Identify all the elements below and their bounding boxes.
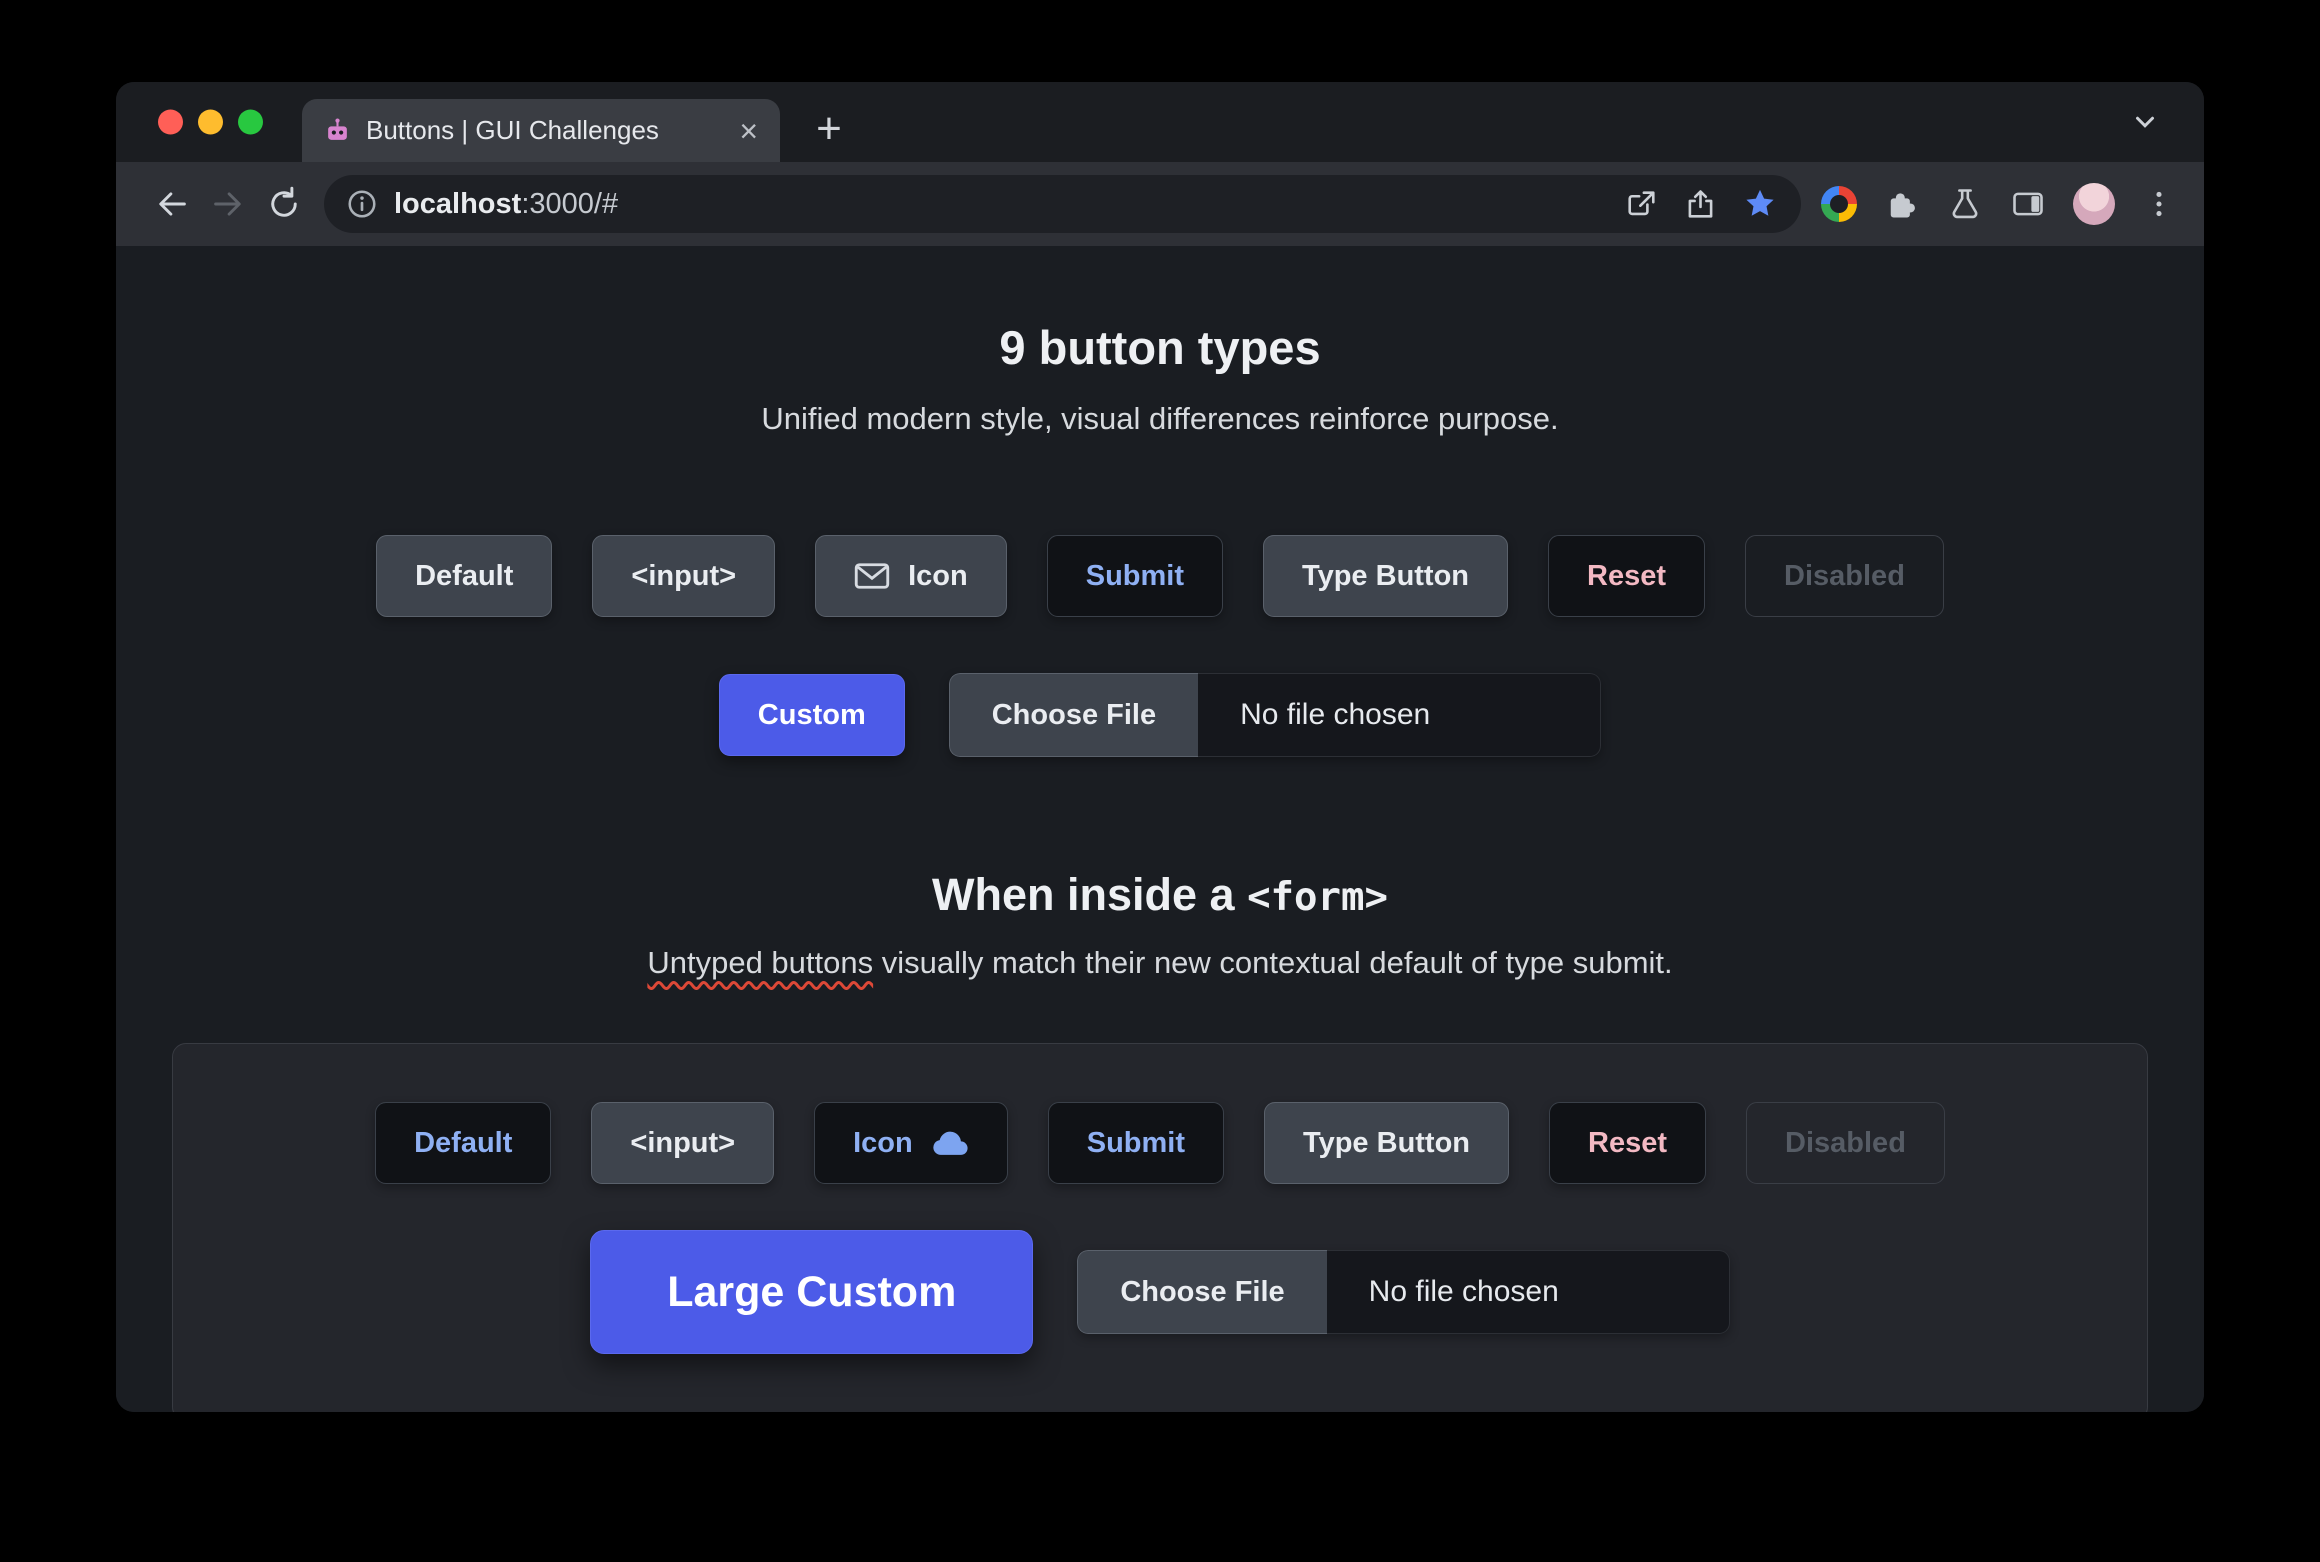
color-wheel-extension-icon[interactable]: [1821, 186, 1857, 222]
button-row-main: Default <input> Icon Submit Type Button …: [116, 535, 2204, 617]
form-button-submit[interactable]: Submit: [1047, 1102, 1225, 1184]
button-type-button[interactable]: Type Button: [1263, 535, 1509, 617]
button-reset[interactable]: Reset: [1548, 535, 1706, 617]
window-zoom-button[interactable]: [238, 109, 263, 135]
page-title: 9 button types: [999, 321, 1321, 374]
form-button-row-main: Default <input> Icon Submit Type Button …: [173, 1102, 2147, 1184]
tab-strip: Buttons | GUI Challenges × +: [116, 82, 2204, 162]
page-subtitle: Unified modern style, visual differences…: [761, 401, 1559, 436]
choose-file-button[interactable]: Choose File: [948, 673, 1199, 757]
extensions-area: [1821, 183, 2176, 225]
forward-icon[interactable]: [200, 176, 256, 232]
form-section-title: When inside a <form>: [932, 869, 1388, 920]
url-host: localhost: [394, 187, 522, 220]
custom-button[interactable]: Custom: [718, 674, 905, 756]
side-panel-icon[interactable]: [2010, 186, 2046, 222]
tab-title: Buttons | GUI Challenges: [366, 115, 659, 145]
url-text: localhost:3000/#: [394, 188, 618, 221]
omnibox-actions: [1625, 187, 1785, 221]
window-minimize-button[interactable]: [198, 109, 223, 135]
button-submit[interactable]: Submit: [1046, 535, 1224, 617]
back-icon[interactable]: [144, 176, 200, 232]
bookmark-star-icon[interactable]: [1743, 187, 1777, 221]
tab-buttons-gui-challenges[interactable]: Buttons | GUI Challenges ×: [302, 99, 780, 162]
form-button-icon[interactable]: Icon: [814, 1102, 1008, 1184]
button-row-custom: Custom Choose File No file chosen: [116, 673, 2204, 757]
form-button-input[interactable]: <input>: [591, 1102, 775, 1184]
url-path: :3000/#: [521, 187, 619, 220]
file-input: Choose File No file chosen: [948, 673, 1602, 757]
envelope-icon: [854, 562, 890, 590]
address-bar[interactable]: localhost:3000/#: [324, 175, 1801, 233]
form-button-row-custom: Large Custom Choose File No file chosen: [173, 1230, 2147, 1354]
form-choose-file-button[interactable]: Choose File: [1077, 1250, 1327, 1334]
squiggle-text: Untyped buttons: [647, 945, 874, 980]
new-tab-button[interactable]: +: [806, 104, 852, 153]
tab-search-chevron-icon[interactable]: [2130, 107, 2160, 137]
profile-avatar[interactable]: [2073, 183, 2115, 225]
form-file-input: Choose File No file chosen: [1077, 1250, 1730, 1334]
form-button-disabled: Disabled: [1746, 1102, 1945, 1184]
form-button-type-button[interactable]: Type Button: [1264, 1102, 1510, 1184]
labs-flask-icon[interactable]: [1947, 186, 1983, 222]
file-status-text: No file chosen: [1198, 673, 1602, 757]
window-close-button[interactable]: [158, 109, 183, 135]
browser-window: Buttons | GUI Challenges × + localhost:3…: [116, 82, 2204, 1412]
share-icon[interactable]: [1684, 188, 1717, 221]
tab-close-icon[interactable]: ×: [739, 115, 758, 147]
form-demo-card: Default <input> Icon Submit Type Button …: [172, 1043, 2148, 1412]
form-code-token: <form>: [1247, 875, 1388, 920]
tab-favicon-icon: [324, 117, 351, 144]
form-button-reset[interactable]: Reset: [1549, 1102, 1707, 1184]
form-section-subtitle: Untyped buttons visually match their new…: [647, 945, 1673, 980]
open-in-new-icon[interactable]: [1625, 188, 1658, 221]
site-info-icon[interactable]: [346, 188, 378, 220]
menu-kebab-icon[interactable]: [2142, 187, 2176, 221]
extensions-puzzle-icon[interactable]: [1884, 186, 1920, 222]
form-file-status-text: No file chosen: [1326, 1250, 1730, 1334]
button-input[interactable]: <input>: [592, 535, 776, 617]
window-controls: [158, 109, 263, 135]
page-content: 9 button types Unified modern style, vis…: [116, 246, 2204, 1412]
button-icon[interactable]: Icon: [815, 535, 1007, 617]
large-custom-button[interactable]: Large Custom: [590, 1230, 1034, 1354]
reload-icon[interactable]: [256, 176, 312, 232]
button-disabled: Disabled: [1745, 535, 1944, 617]
form-button-default[interactable]: Default: [375, 1102, 552, 1184]
cloud-icon: [931, 1130, 969, 1156]
browser-toolbar: localhost:3000/#: [116, 162, 2204, 246]
button-default[interactable]: Default: [376, 535, 553, 617]
